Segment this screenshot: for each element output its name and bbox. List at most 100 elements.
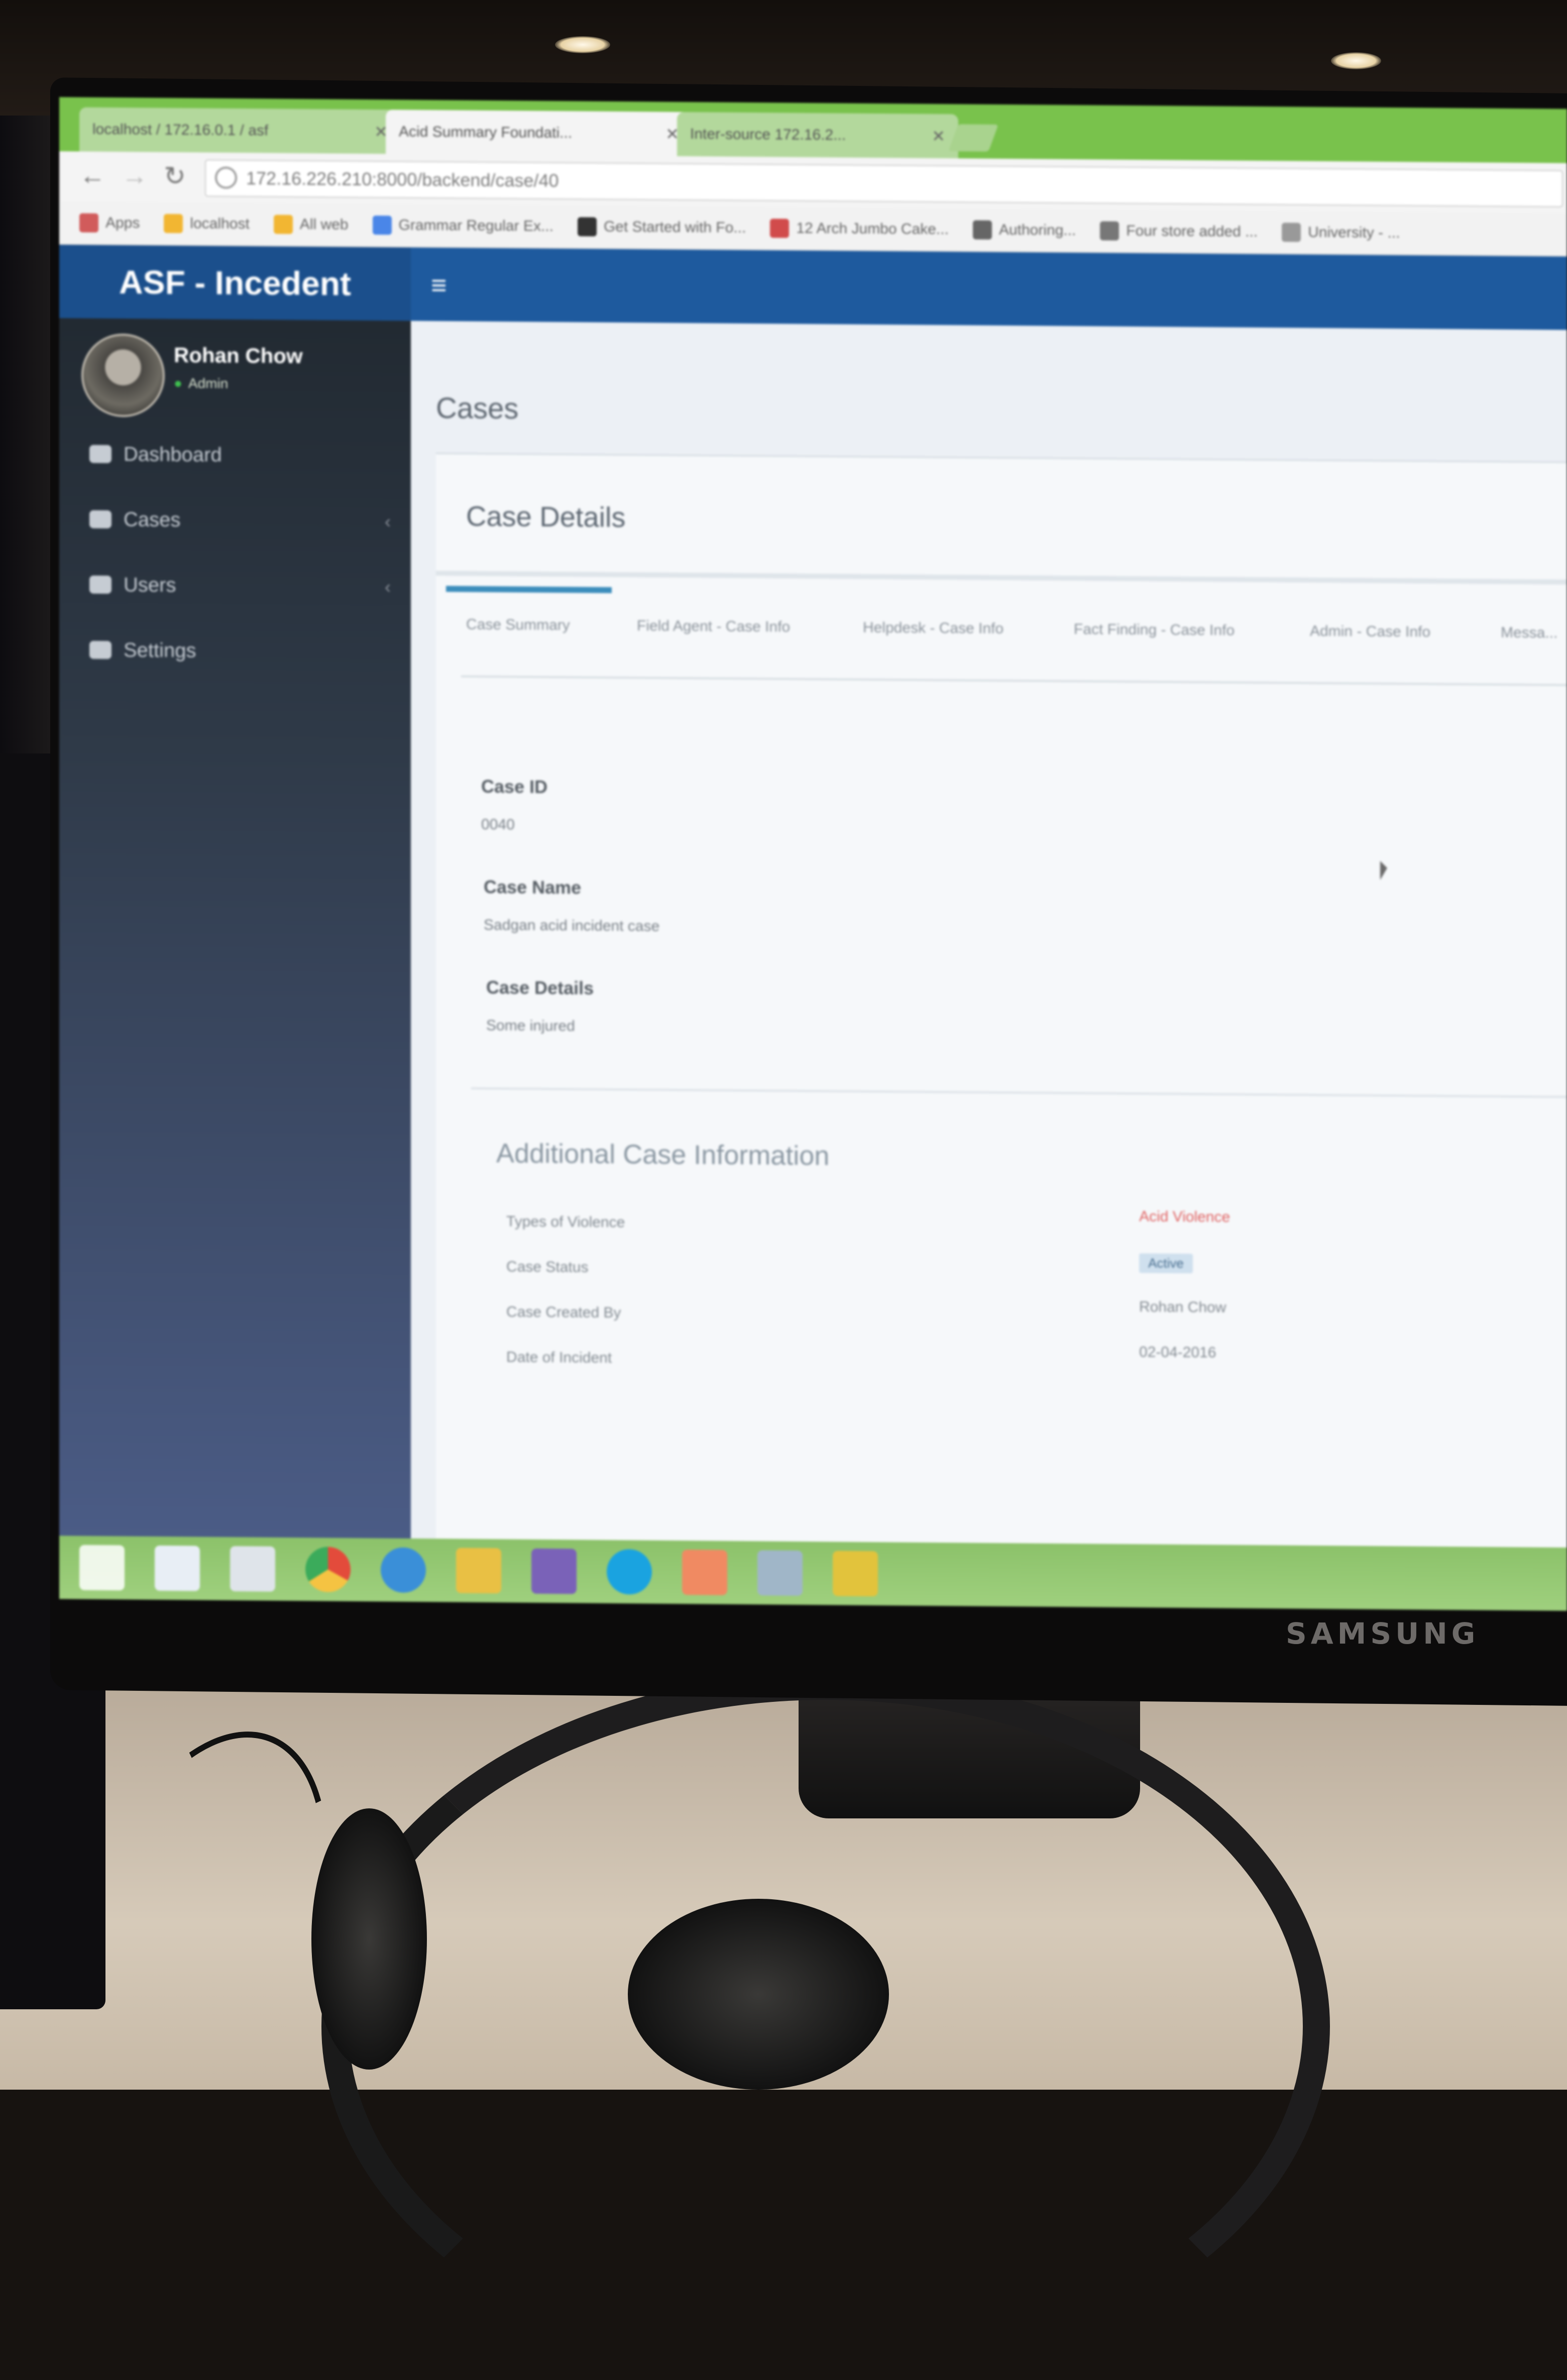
divider: [471, 1087, 1567, 1099]
bookmark[interactable]: Get Started with Fo...: [577, 217, 746, 238]
explorer-icon[interactable]: [155, 1545, 200, 1591]
page-icon: [372, 215, 392, 235]
screen: localhost / 172.16.0.1 / asf ✕ Acid Summ…: [59, 97, 1567, 1611]
ie-icon[interactable]: [381, 1547, 426, 1593]
bookmark[interactable]: Apps: [79, 213, 140, 233]
browser-tab[interactable]: Inter-source 172.16.2... ✕: [677, 112, 958, 159]
headset-earcup: [628, 1899, 889, 2090]
browser-tab-label: Inter-source 172.16.2...: [690, 126, 846, 144]
start-icon[interactable]: [79, 1545, 125, 1591]
skype-icon[interactable]: [607, 1549, 652, 1595]
user-role: ● Admin: [174, 375, 228, 392]
bookmark[interactable]: University - ...: [1282, 223, 1400, 243]
headset-earcup: [311, 1808, 427, 2070]
bookmark[interactable]: Four store added ...: [1100, 221, 1258, 241]
tab-field-agent[interactable]: Field Agent - Case Info: [637, 617, 790, 635]
page-icon: [1100, 221, 1120, 241]
sidebar-item-label: Cases: [124, 508, 181, 531]
sidebar-item-dashboard[interactable]: Dashboard: [89, 434, 391, 477]
tab-fact-finding[interactable]: Fact Finding - Case Info: [1074, 621, 1235, 639]
chrome-icon[interactable]: [305, 1547, 351, 1592]
created-by-value: Rohan Chow: [1139, 1299, 1226, 1316]
page-title: Cases: [436, 392, 519, 425]
web-app: ASF - Incedent ≡ Rohan Chow ● Admin Dashb…: [59, 245, 1567, 1569]
ceiling-light: [1331, 52, 1381, 69]
browser-tab-label: Acid Summary Foundati...: [399, 123, 573, 142]
sidebar-item-settings[interactable]: Settings: [89, 630, 391, 673]
bookmark-label: Grammar Regular Ex...: [398, 217, 553, 235]
sidebar-item-label: Users: [124, 573, 176, 596]
info-key: Types of Violence: [506, 1213, 625, 1231]
bookmark-label: localhost: [190, 215, 250, 233]
close-icon[interactable]: ✕: [932, 127, 945, 146]
sidebar: Rohan Chow ● Admin Dashboard Cases ‹ User…: [59, 318, 411, 1539]
network-icon[interactable]: [757, 1550, 803, 1596]
files-icon[interactable]: [230, 1546, 275, 1592]
folder-icon[interactable]: [456, 1548, 501, 1594]
tab-helpdesk[interactable]: Helpdesk - Case Info: [863, 619, 1003, 637]
active-tab-indicator: [446, 586, 612, 593]
sidebar-item-users[interactable]: Users ‹: [89, 565, 391, 607]
hamburger-menu-icon[interactable]: ≡: [431, 270, 447, 301]
bookmark[interactable]: Grammar Regular Ex...: [372, 215, 553, 236]
avatar: [81, 333, 165, 417]
incident-date-value: 02-04-2016: [1139, 1344, 1216, 1361]
status-badge: Active: [1139, 1253, 1193, 1273]
sidebar-item-label: Settings: [124, 638, 196, 662]
folder-icon: [164, 213, 183, 234]
apps-grid-icon: [79, 213, 98, 233]
reload-icon[interactable]: ↻: [160, 161, 190, 191]
info-key: Date of Incident: [506, 1349, 612, 1366]
sidebar-item-label: Dashboard: [124, 443, 222, 466]
user-name: Rohan Chow: [174, 343, 303, 368]
bookmark-label: Get Started with Fo...: [603, 218, 746, 236]
visual-studio-icon[interactable]: [531, 1548, 577, 1594]
app-logo[interactable]: ASF - Incedent: [59, 245, 411, 321]
bookmark-label: Apps: [105, 214, 140, 232]
bookmark-label: Four store added ...: [1126, 222, 1258, 240]
users-icon: [89, 575, 111, 594]
case-id-label: Case ID: [481, 776, 548, 797]
tab-case-summary[interactable]: Case Summary: [466, 616, 570, 634]
bookmark[interactable]: 12 Arch Jumbo Cake...: [770, 219, 949, 239]
info-icon[interactable]: [215, 166, 237, 189]
page-icon: [577, 217, 597, 237]
app-header: ASF - Incedent ≡: [59, 245, 1567, 330]
sidebar-item-cases[interactable]: Cases ‹: [89, 499, 391, 542]
page-icon: [770, 219, 790, 238]
ceiling-light: [555, 36, 610, 53]
tab-messages[interactable]: Messa...: [1501, 624, 1557, 642]
case-details-card: Case Details Case Summary Field Agent - …: [436, 453, 1567, 1569]
card-title: Case Details: [466, 500, 626, 533]
pencil-icon: [89, 510, 111, 529]
page-icon: [1282, 223, 1301, 242]
back-arrow-icon[interactable]: ←: [77, 160, 107, 190]
tab-admin[interactable]: Admin - Case Info: [1310, 623, 1430, 641]
chevron-left-icon: ‹: [385, 576, 391, 597]
main-content: Cases Case Details Case Summary Field Ag…: [411, 320, 1567, 1569]
browser-tab-active[interactable]: Acid Summary Foundati... ✕: [386, 110, 692, 157]
case-details-value: Some injured: [486, 1017, 575, 1035]
forward-arrow-icon[interactable]: →: [120, 161, 150, 191]
case-tabs: Case Summary Field Agent - Case Info Hel…: [446, 586, 1567, 695]
dashboard-icon: [89, 445, 111, 464]
bookmark[interactable]: localhost: [164, 213, 250, 234]
sticky-notes-icon[interactable]: [833, 1551, 878, 1597]
outlook-icon[interactable]: [682, 1549, 727, 1595]
monitor-brand: SAMSUNG: [1286, 1616, 1480, 1651]
bookmark-label: University - ...: [1308, 224, 1400, 242]
case-id-value: 0040: [481, 816, 515, 833]
address-url: 172.16.226.210:8000/backend/case/40: [246, 168, 559, 191]
bookmark[interactable]: Authoring...: [972, 220, 1076, 240]
page-icon: [972, 220, 992, 240]
bookmark-label: Authoring...: [998, 221, 1076, 239]
info-key: Case Status: [506, 1258, 589, 1276]
info-key: Case Created By: [506, 1304, 621, 1321]
address-bar[interactable]: 172.16.226.210:8000/backend/case/40: [205, 159, 1563, 207]
case-details-label: Case Details: [486, 977, 594, 999]
violence-type-value: Acid Violence: [1139, 1208, 1230, 1226]
bookmark[interactable]: All web: [273, 214, 349, 235]
bookmark-label: 12 Arch Jumbo Cake...: [796, 220, 949, 238]
browser-tab[interactable]: localhost / 172.16.0.1 / asf ✕: [79, 107, 401, 154]
bookmark-label: All web: [299, 215, 349, 233]
